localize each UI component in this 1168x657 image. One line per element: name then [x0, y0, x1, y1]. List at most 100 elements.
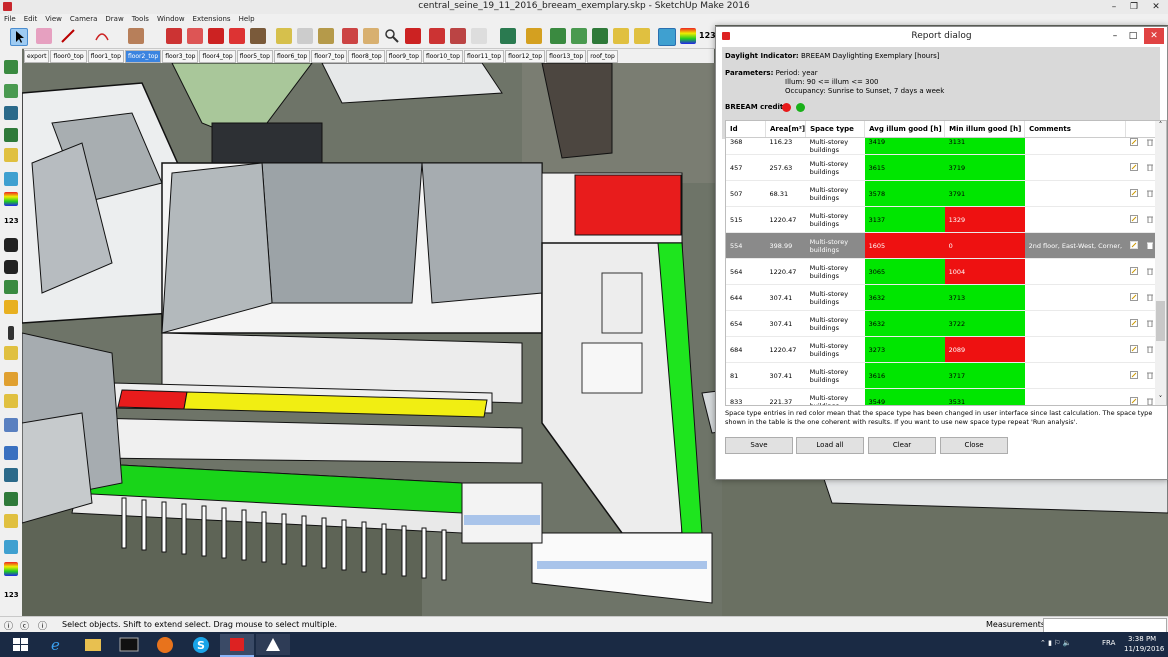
- scene-tab[interactable]: floor5_top: [236, 50, 273, 63]
- command-prompt-icon[interactable]: [112, 634, 146, 655]
- sketchup-taskbar-icon[interactable]: [220, 634, 254, 657]
- scene-tab[interactable]: roof_top: [587, 50, 618, 63]
- clock-time[interactable]: 3:38 PM: [1128, 635, 1156, 643]
- scene-tab[interactable]: floor3_top: [162, 50, 199, 63]
- scene-tab[interactable]: floor12_top: [505, 50, 546, 63]
- plugin-view-icon[interactable]: [4, 172, 18, 186]
- tape-measure-icon[interactable]: [276, 28, 292, 44]
- col-header-avg-illum[interactable]: Avg illum good [h]: [864, 121, 946, 138]
- menu-draw[interactable]: Draw: [101, 14, 127, 25]
- plugin-scale-icon[interactable]: [4, 562, 18, 576]
- plugin-view-icon[interactable]: [4, 540, 18, 554]
- plugin-scale-icon[interactable]: [680, 28, 696, 44]
- edit-icon[interactable]: [1125, 336, 1143, 363]
- col-header-id[interactable]: Id: [726, 121, 766, 138]
- folder-icon[interactable]: [4, 300, 18, 314]
- scene-tab[interactable]: floor4_top: [199, 50, 236, 63]
- plugin-grid-icon[interactable]: [4, 60, 18, 74]
- col-header-comments[interactable]: Comments: [1024, 121, 1127, 138]
- clear-button[interactable]: Clear: [868, 437, 936, 454]
- load-all-button[interactable]: Load all: [796, 437, 864, 454]
- edit-icon[interactable]: [1125, 310, 1143, 337]
- table-row[interactable]: 654 307.41 Multi-storey buildings 3632 3722: [726, 310, 1161, 337]
- scene-tab[interactable]: floor1_top: [87, 50, 124, 63]
- plugin-taskbar-icon[interactable]: [256, 634, 290, 655]
- table-row[interactable]: 368 116.23 Multi-storey buildings 3419 3131: [726, 137, 1161, 155]
- status-user-icon[interactable]: ⓘ: [38, 619, 47, 632]
- plugin-scale-icon[interactable]: [4, 192, 18, 206]
- extension-warehouse-icon[interactable]: [450, 28, 466, 44]
- select-tool-icon[interactable]: [10, 28, 28, 46]
- menu-tools[interactable]: Tools: [128, 14, 153, 25]
- cell-comment[interactable]: [1024, 388, 1126, 405]
- col-header-area[interactable]: Area[m²]: [765, 121, 807, 138]
- scene-tab[interactable]: floor7_top: [311, 50, 348, 63]
- dialog-minimize-button[interactable]: –: [1107, 28, 1123, 44]
- plugin-report-icon[interactable]: [571, 28, 587, 44]
- scene-tab[interactable]: export: [24, 50, 50, 63]
- scene-tab-selected[interactable]: floor2_top: [124, 50, 162, 63]
- table-row[interactable]: 507 68.31 Multi-storey buildings 3578 3791: [726, 180, 1161, 207]
- table-scrollbar[interactable]: ˄ ˅: [1155, 121, 1166, 405]
- cell-comment[interactable]: [1024, 137, 1126, 155]
- minimize-button[interactable]: –: [1104, 0, 1124, 14]
- cell-comment[interactable]: [1024, 258, 1126, 285]
- plugin-globe-icon[interactable]: [4, 446, 18, 460]
- shape-tool-icon[interactable]: [128, 28, 144, 44]
- edit-icon[interactable]: [1125, 284, 1143, 311]
- pan-tool-icon[interactable]: [363, 28, 379, 44]
- plugin-sun-icon[interactable]: [526, 28, 542, 44]
- plugin-sensor-icon[interactable]: [4, 372, 18, 386]
- zoom-extents-icon[interactable]: [405, 28, 421, 44]
- plugin-results-icon[interactable]: [4, 492, 18, 506]
- scroll-up-icon[interactable]: ˄: [1156, 121, 1165, 131]
- plugin-bar-icon[interactable]: [8, 326, 14, 340]
- table-row[interactable]: 81 307.41 Multi-storey buildings 3616 3717: [726, 362, 1161, 389]
- rotate-tool-icon[interactable]: [208, 28, 224, 44]
- edit-icon[interactable]: [1125, 232, 1143, 259]
- menu-camera[interactable]: Camera: [66, 14, 101, 25]
- plugin-notes-icon[interactable]: [613, 28, 629, 44]
- dialog-close-button[interactable]: ✕: [1144, 28, 1164, 44]
- plugin-brush-icon[interactable]: [634, 28, 650, 44]
- table-row[interactable]: 684 1220.47 Multi-storey buildings 3273 2089: [726, 336, 1161, 363]
- plugin-measure-icon[interactable]: 123: [4, 588, 19, 602]
- cell-comment[interactable]: [1024, 180, 1126, 207]
- scene-tab[interactable]: floor0_top: [50, 50, 87, 63]
- plugin-table-icon[interactable]: [4, 84, 18, 98]
- restore-button[interactable]: ❐: [1124, 0, 1144, 14]
- scroll-down-icon[interactable]: ˅: [1156, 395, 1165, 405]
- plugin-tag-icon[interactable]: [4, 394, 18, 408]
- clock-date[interactable]: 11/19/2016: [1124, 645, 1164, 653]
- cell-comment[interactable]: [1024, 336, 1126, 363]
- plugin-measure-icon[interactable]: 123: [4, 214, 19, 228]
- col-header-space-type[interactable]: Space type: [805, 121, 866, 138]
- scene-tab[interactable]: floor13_top: [546, 50, 587, 63]
- scene-tab[interactable]: floor9_top: [385, 50, 422, 63]
- arc-tool-icon[interactable]: [94, 28, 110, 44]
- table-row[interactable]: 457 257.63 Multi-storey buildings 3615 3719: [726, 154, 1161, 181]
- menu-window[interactable]: Window: [153, 14, 189, 25]
- plugin-shield-icon[interactable]: [4, 418, 18, 432]
- edit-icon[interactable]: [1125, 388, 1143, 405]
- table-row[interactable]: 564 1220.47 Multi-storey buildings 3065 1004: [726, 258, 1161, 285]
- paint-bucket-icon[interactable]: [318, 28, 334, 44]
- plugin-measure-icon[interactable]: 123: [699, 28, 716, 44]
- menu-extensions[interactable]: Extensions: [189, 14, 235, 25]
- scene-tab[interactable]: floor8_top: [348, 50, 385, 63]
- internet-explorer-icon[interactable]: e: [40, 634, 74, 655]
- table-row[interactable]: 515 1220.47 Multi-storey buildings 3137 1329: [726, 206, 1161, 233]
- status-credits-icon[interactable]: ⓒ: [20, 619, 29, 632]
- cell-comment[interactable]: [1024, 154, 1126, 181]
- edit-icon[interactable]: [1125, 137, 1143, 155]
- dialog-maximize-button[interactable]: □: [1125, 28, 1141, 44]
- move-tool-icon[interactable]: [187, 28, 203, 44]
- scene-tab[interactable]: floor11_top: [464, 50, 505, 63]
- table-row[interactable]: 833 221.37 Multi-storey buildings 3549 3531: [726, 388, 1161, 405]
- scrollbar-thumb[interactable]: [1156, 301, 1165, 341]
- eraser-tool-icon[interactable]: [36, 28, 52, 44]
- cell-comment[interactable]: [1024, 206, 1126, 233]
- cell-comment[interactable]: [1024, 362, 1126, 389]
- menu-view[interactable]: View: [41, 14, 66, 25]
- plugin-table-icon[interactable]: [550, 28, 566, 44]
